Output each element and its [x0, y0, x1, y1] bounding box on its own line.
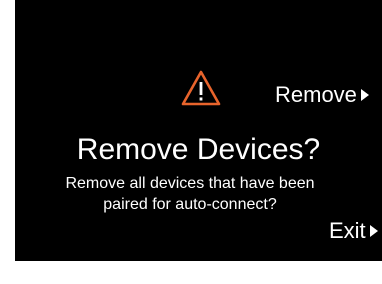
remove-button[interactable]: Remove — [275, 82, 369, 108]
dialog-screen: Remove Remove Devices? Remove all device… — [15, 0, 382, 261]
play-arrow-icon — [360, 89, 369, 101]
warning-icon — [181, 70, 221, 106]
exit-button[interactable]: Exit — [329, 218, 378, 244]
dialog-title: Remove Devices? — [76, 133, 321, 166]
exit-label: Exit — [329, 218, 366, 243]
remove-label: Remove — [275, 82, 357, 107]
play-arrow-icon — [369, 225, 378, 237]
dialog-message: Remove all devices that have been paired… — [65, 175, 315, 213]
